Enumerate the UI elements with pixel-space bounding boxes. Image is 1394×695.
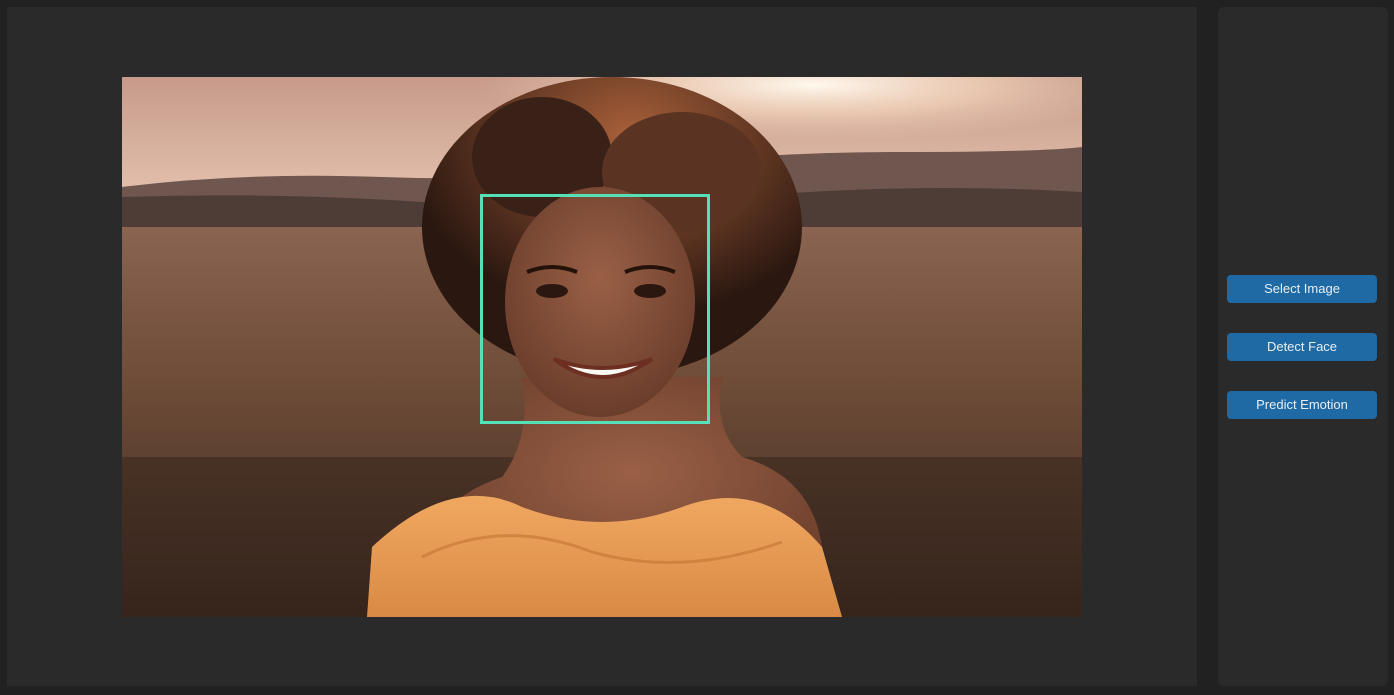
predict-emotion-button[interactable]: Predict Emotion: [1227, 391, 1377, 419]
control-sidebar: Select Image Detect Face Predict Emotion: [1218, 7, 1388, 686]
app-window: Select Image Detect Face Predict Emotion: [0, 0, 1394, 695]
select-image-button[interactable]: Select Image: [1227, 275, 1377, 303]
portrait-photo: [122, 77, 1082, 617]
face-bounding-box: [480, 194, 710, 424]
image-display-panel: [7, 7, 1197, 686]
detect-face-button[interactable]: Detect Face: [1227, 333, 1377, 361]
